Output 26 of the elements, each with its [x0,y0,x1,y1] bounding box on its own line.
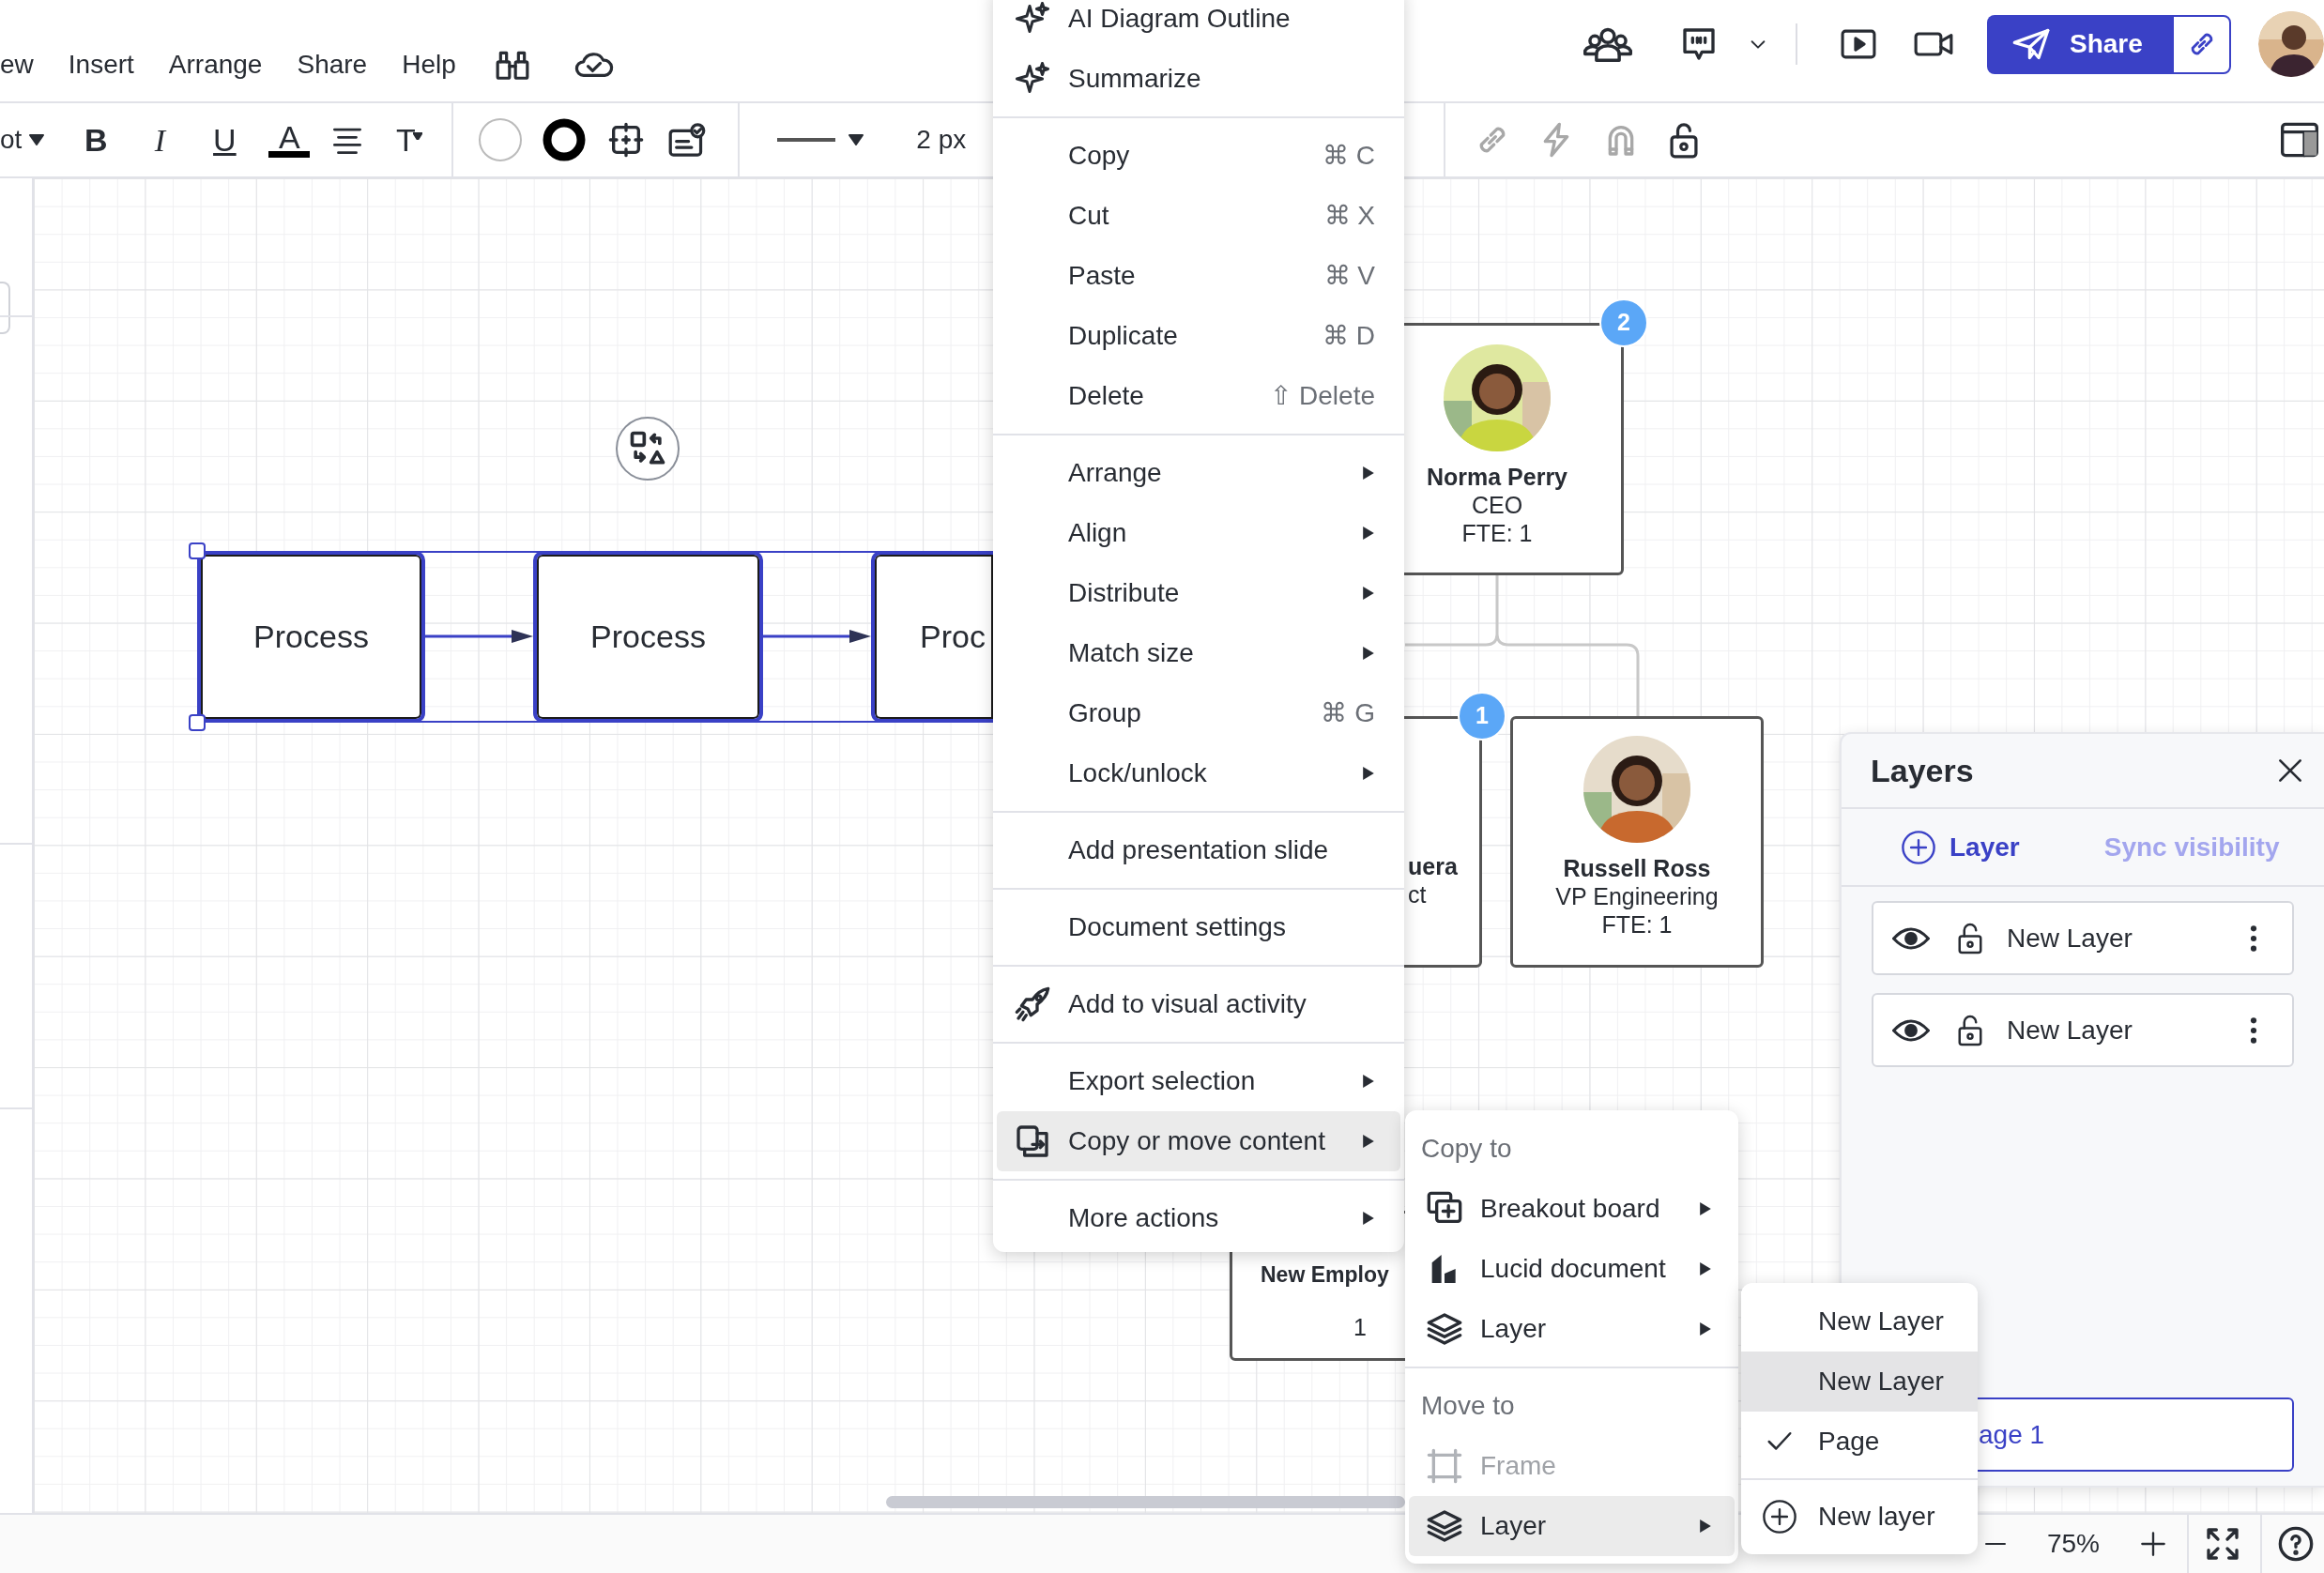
shortcut-text: ⌘ G [1321,697,1375,729]
job-title: VP Engineering [1555,882,1719,910]
section-heading: Copy to [1420,1133,1513,1165]
shortcut-text: ⇧ Delete [1270,380,1375,412]
count-badge: 2 [1599,298,1648,347]
fte-text: FTE: 1 [1461,519,1533,547]
panel-title: Layers [1871,751,1974,790]
shortcut-text: ⌘ X [1323,200,1375,232]
count-badge: 1 [1458,692,1506,741]
person-name: Russell Ross [1563,854,1711,882]
layer-name: New Layer [2007,1014,2133,1046]
shortcut-text: ⌘ D [1323,320,1375,352]
job-title: CEO [1471,491,1523,519]
fte-text: 1 [1353,1313,1367,1341]
person-name: New Employ [1261,1261,1389,1289]
section-heading: Move to [1420,1390,1516,1422]
person-name: uera [1408,852,1458,880]
shortcut-text: ⌘ C [1323,140,1375,172]
process-shape: Process [533,551,763,723]
shortcut-text: ⌘ V [1323,260,1375,292]
process-shape: Proc [871,551,993,723]
layer-name: New Layer [2007,922,2133,954]
job-title: ct [1408,880,1427,909]
process-shape: Process [197,551,425,723]
fte-text: FTE: 1 [1601,910,1673,939]
person-name: Norma Perry [1426,463,1568,491]
